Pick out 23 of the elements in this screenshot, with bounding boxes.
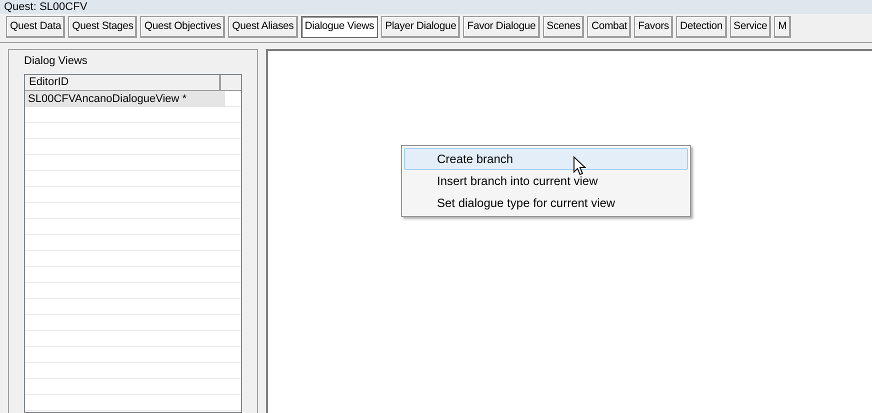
column-header[interactable] xyxy=(221,75,241,90)
tab[interactable]: Quest Objectives xyxy=(140,16,226,38)
tab[interactable]: Player Dialogue xyxy=(381,16,460,38)
menu-item[interactable]: Create branch xyxy=(404,148,688,170)
tab[interactable]: M xyxy=(774,16,791,38)
tab[interactable]: Scenes xyxy=(542,16,584,38)
tab[interactable]: Quest Stages xyxy=(68,16,138,38)
mouse-pointer-icon xyxy=(573,156,586,176)
menu-item[interactable]: Insert branch into current view xyxy=(404,170,688,192)
tab[interactable]: Detection xyxy=(676,16,727,38)
tab[interactable]: Favor Dialogue xyxy=(463,16,540,38)
column-header[interactable]: EditorID xyxy=(25,75,221,90)
list-row[interactable]: SL00CFVAncanoDialogueView * xyxy=(25,91,225,107)
dialogue-canvas[interactable] xyxy=(266,49,872,413)
tab[interactable]: Combat xyxy=(587,16,632,38)
tab[interactable]: Favors xyxy=(634,16,673,38)
tab[interactable]: Dialogue Views xyxy=(300,16,378,38)
panel-label: Dialog Views xyxy=(24,54,88,68)
tab[interactable]: Quest Data xyxy=(6,16,66,38)
window-title: Quest: SL00CFV xyxy=(4,1,88,14)
menu-item[interactable]: Set dialogue type for current view xyxy=(404,192,688,214)
tab[interactable]: Quest Aliases xyxy=(228,16,298,38)
tab[interactable]: Service xyxy=(730,16,772,38)
